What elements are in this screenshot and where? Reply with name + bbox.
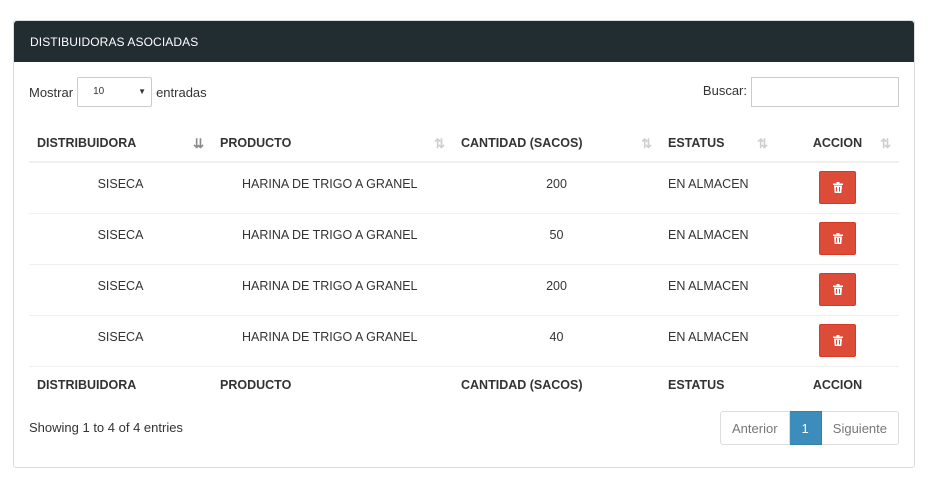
cell-estatus: EN ALMACEN — [660, 314, 776, 366]
header-producto[interactable]: PRODUCTO ⇅ — [212, 125, 453, 163]
delete-button[interactable] — [819, 272, 856, 306]
cell-accion — [776, 263, 899, 315]
search-input[interactable] — [751, 77, 899, 107]
sort-icon: ⇅ — [641, 136, 652, 151]
pagination-prev-button[interactable]: Anterior — [720, 411, 790, 445]
pagination: Anterior 1 Siguiente — [720, 411, 899, 445]
cell-distribuidora: SISECA — [29, 314, 212, 366]
footer-cantidad: CANTIDAD (SACOS) — [453, 365, 660, 404]
cell-producto: HARINA DE TRIGO A GRANEL — [212, 212, 453, 264]
trash-icon — [832, 334, 843, 346]
trash-icon — [832, 232, 843, 244]
delete-button[interactable] — [819, 221, 856, 255]
table-row: SISECA HARINA DE TRIGO A GRANEL 40 EN AL… — [29, 314, 899, 366]
header-distribuidora[interactable]: DISTRIBUIDORA ⇊ — [29, 125, 212, 163]
sort-icon: ⇅ — [434, 136, 445, 151]
header-accion[interactable]: ACCION ⇅ — [776, 125, 899, 163]
cell-accion — [776, 314, 899, 366]
distributors-table: DISTRIBUIDORA ⇊ PRODUCTO ⇅ CANTIDAD (SACOS… — [29, 125, 899, 404]
search-control: Buscar: — [703, 77, 899, 107]
caret-down-icon: ▼ — [138, 87, 147, 96]
sort-asc-icon: ⇊ — [193, 136, 204, 151]
cell-accion — [776, 212, 899, 264]
sort-icon: ⇅ — [757, 136, 768, 151]
delete-button[interactable] — [819, 171, 856, 204]
cell-producto: HARINA DE TRIGO A GRANEL — [212, 314, 453, 366]
cell-estatus: EN ALMACEN — [660, 263, 776, 315]
table-info: Showing 1 to 4 of 4 entries — [29, 420, 183, 435]
delete-button[interactable] — [819, 323, 856, 357]
sort-icon: ⇅ — [880, 136, 891, 151]
cell-producto: HARINA DE TRIGO A GRANEL — [212, 263, 453, 315]
footer-accion: ACCION — [776, 365, 899, 404]
cell-accion — [776, 161, 899, 213]
table-row: SISECA HARINA DE TRIGO A GRANEL 200 EN A… — [29, 161, 899, 213]
cell-cantidad: 40 — [453, 314, 660, 366]
distributors-panel: DISTIBUIDORAS ASOCIADAS Mostrar 10 ▼ ent… — [13, 20, 915, 468]
table-row: SISECA HARINA DE TRIGO A GRANEL 50 EN AL… — [29, 212, 899, 264]
header-estatus[interactable]: ESTATUS ⇅ — [660, 125, 776, 163]
cell-producto: HARINA DE TRIGO A GRANEL — [212, 161, 453, 213]
search-label: Buscar: — [702, 82, 747, 98]
cell-cantidad: 200 — [453, 263, 660, 315]
pagination-next-button[interactable]: Siguiente — [821, 411, 899, 445]
footer-estatus: ESTATUS — [660, 365, 776, 404]
trash-icon — [832, 283, 843, 295]
cell-cantidad: 200 — [453, 161, 660, 213]
cell-estatus: EN ALMACEN — [660, 212, 776, 264]
length-prefix-label: Mostrar — [29, 84, 74, 100]
cell-distribuidora: SISECA — [29, 212, 212, 264]
page-length-select[interactable]: 10 ▼ — [77, 77, 153, 107]
trash-icon — [832, 182, 843, 193]
cell-cantidad: 50 — [453, 212, 660, 264]
header-cantidad[interactable]: CANTIDAD (SACOS) ⇅ — [453, 125, 660, 163]
footer-distribuidora: DISTRIBUIDORA — [29, 365, 212, 404]
cell-distribuidora: SISECA — [29, 263, 212, 315]
table-footer-row: DISTRIBUIDORA PRODUCTO CANTIDAD (SACOS) … — [29, 365, 899, 404]
page-length-control: Mostrar 10 ▼ entradas — [29, 77, 207, 107]
cell-estatus: EN ALMACEN — [660, 161, 776, 213]
table-row: SISECA HARINA DE TRIGO A GRANEL 200 EN A… — [29, 263, 899, 315]
panel-title: DISTIBUIDORAS ASOCIADAS — [14, 21, 914, 62]
page-length-value: 10 — [93, 86, 105, 97]
footer-producto: PRODUCTO — [212, 365, 453, 404]
pagination-page-1[interactable]: 1 — [789, 411, 822, 445]
table-controls: Mostrar 10 ▼ entradas Buscar: — [14, 62, 914, 122]
table-header-row: DISTRIBUIDORA ⇊ PRODUCTO ⇅ CANTIDAD (SACOS… — [29, 125, 899, 163]
cell-distribuidora: SISECA — [29, 161, 212, 213]
length-suffix-label: entradas — [156, 84, 207, 100]
